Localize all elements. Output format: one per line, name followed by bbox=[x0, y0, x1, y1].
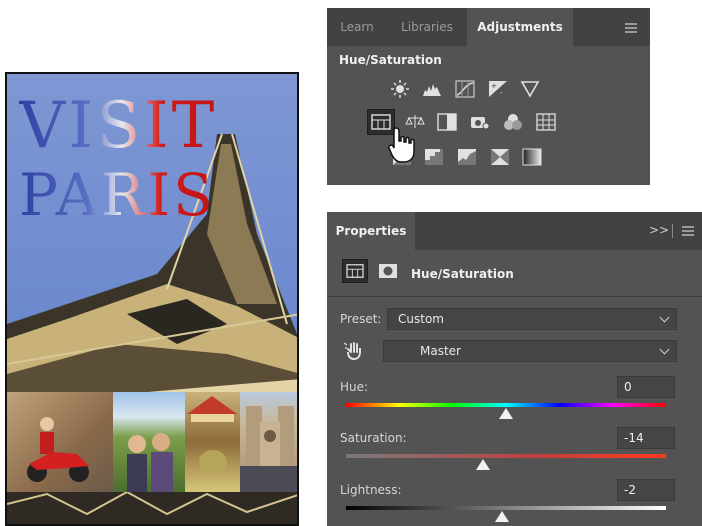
levels-icon[interactable] bbox=[422, 80, 442, 98]
adjustments-tabbar: Learn Libraries Adjustments bbox=[327, 8, 650, 46]
hue-label: Hue: bbox=[340, 380, 369, 394]
saturation-input[interactable]: -14 bbox=[617, 427, 675, 449]
tab-properties[interactable]: Properties bbox=[327, 212, 415, 250]
hand-cursor-icon bbox=[388, 127, 415, 163]
photo-scooter bbox=[7, 392, 113, 492]
black-white-icon[interactable] bbox=[437, 113, 457, 131]
lightness-label: Lightness: bbox=[340, 483, 402, 497]
channel-select[interactable]: Master bbox=[383, 340, 677, 362]
curves-icon[interactable] bbox=[455, 80, 475, 98]
svg-text:+: + bbox=[491, 82, 497, 90]
hue-slider-track[interactable] bbox=[346, 403, 666, 407]
hue-slider-thumb[interactable] bbox=[499, 408, 513, 419]
photo-women bbox=[113, 392, 185, 492]
photo-carousel bbox=[185, 392, 240, 492]
vibrance-icon[interactable] bbox=[520, 80, 540, 98]
lightness-slider-track[interactable] bbox=[346, 506, 666, 510]
tab-libraries[interactable]: Libraries bbox=[389, 8, 465, 46]
tab-adjustments[interactable]: Adjustments bbox=[467, 8, 573, 46]
saturation-slider-track[interactable] bbox=[346, 454, 666, 458]
tab-learn[interactable]: Learn bbox=[327, 8, 387, 46]
properties-menu-icon[interactable] bbox=[682, 226, 694, 236]
preset-select[interactable]: Custom bbox=[387, 308, 677, 330]
brightness-contrast-icon[interactable] bbox=[390, 80, 410, 98]
saturation-slider-thumb[interactable] bbox=[476, 459, 490, 470]
photo-notre-dame bbox=[240, 392, 297, 492]
targeted-adjustment-hand-icon[interactable] bbox=[343, 340, 363, 360]
lightness-slider-thumb[interactable] bbox=[495, 511, 509, 522]
mask-icon[interactable] bbox=[376, 260, 400, 282]
photo-filter-icon[interactable] bbox=[470, 113, 490, 131]
tabbar-separator bbox=[672, 224, 673, 238]
poster-image: VISIT PARIS bbox=[5, 72, 299, 526]
threshold-icon[interactable] bbox=[457, 148, 477, 166]
lightness-input[interactable]: -2 bbox=[617, 479, 675, 501]
properties-tabbar: Properties >> bbox=[327, 212, 702, 250]
channel-value: Master bbox=[420, 344, 461, 358]
hue-input[interactable]: 0 bbox=[617, 376, 675, 398]
exposure-icon[interactable]: + - bbox=[488, 80, 508, 98]
color-lookup-icon[interactable] bbox=[536, 113, 556, 131]
selective-color-icon[interactable] bbox=[490, 148, 510, 166]
adjustments-heading: Hue/Saturation bbox=[339, 53, 442, 67]
collapse-panel-button[interactable]: >> bbox=[649, 223, 669, 237]
channel-mixer-icon[interactable] bbox=[503, 113, 523, 131]
header-divider bbox=[327, 296, 702, 297]
saturation-label: Saturation: bbox=[340, 431, 407, 445]
preset-label: Preset: bbox=[340, 312, 382, 326]
poster-title-paris: PARIS bbox=[19, 161, 216, 229]
preset-value: Custom bbox=[398, 312, 444, 326]
chevron-down-icon bbox=[659, 312, 670, 323]
poster-title-visit: VISIT bbox=[19, 89, 218, 163]
properties-title: Hue/Saturation bbox=[411, 267, 514, 281]
adjustment-layer-icon[interactable] bbox=[342, 259, 368, 283]
panel-menu-icon[interactable] bbox=[625, 23, 637, 33]
posterize-icon[interactable] bbox=[424, 148, 444, 166]
chevron-down-icon bbox=[659, 344, 670, 355]
gradient-map-icon[interactable] bbox=[522, 148, 542, 166]
